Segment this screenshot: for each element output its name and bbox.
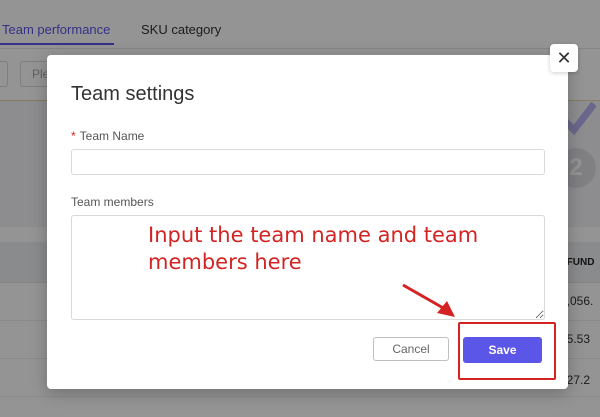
save-highlight-box xyxy=(458,322,556,380)
close-icon[interactable]: ✕ xyxy=(550,44,578,72)
team-members-label: Team members xyxy=(71,195,154,209)
team-settings-dialog: Team settings * Team Name Team members In… xyxy=(47,55,568,389)
team-name-label: Team Name xyxy=(79,129,145,143)
team-name-label-wrapper: * Team Name xyxy=(71,129,144,143)
required-marker: * xyxy=(71,129,76,143)
cancel-button[interactable]: Cancel xyxy=(373,337,449,361)
team-name-input[interactable] xyxy=(71,149,545,175)
dialog-title: Team settings xyxy=(71,83,195,105)
arrow-pointer xyxy=(402,283,455,317)
instruction-annotation: Input the team name and team members her… xyxy=(148,223,479,274)
